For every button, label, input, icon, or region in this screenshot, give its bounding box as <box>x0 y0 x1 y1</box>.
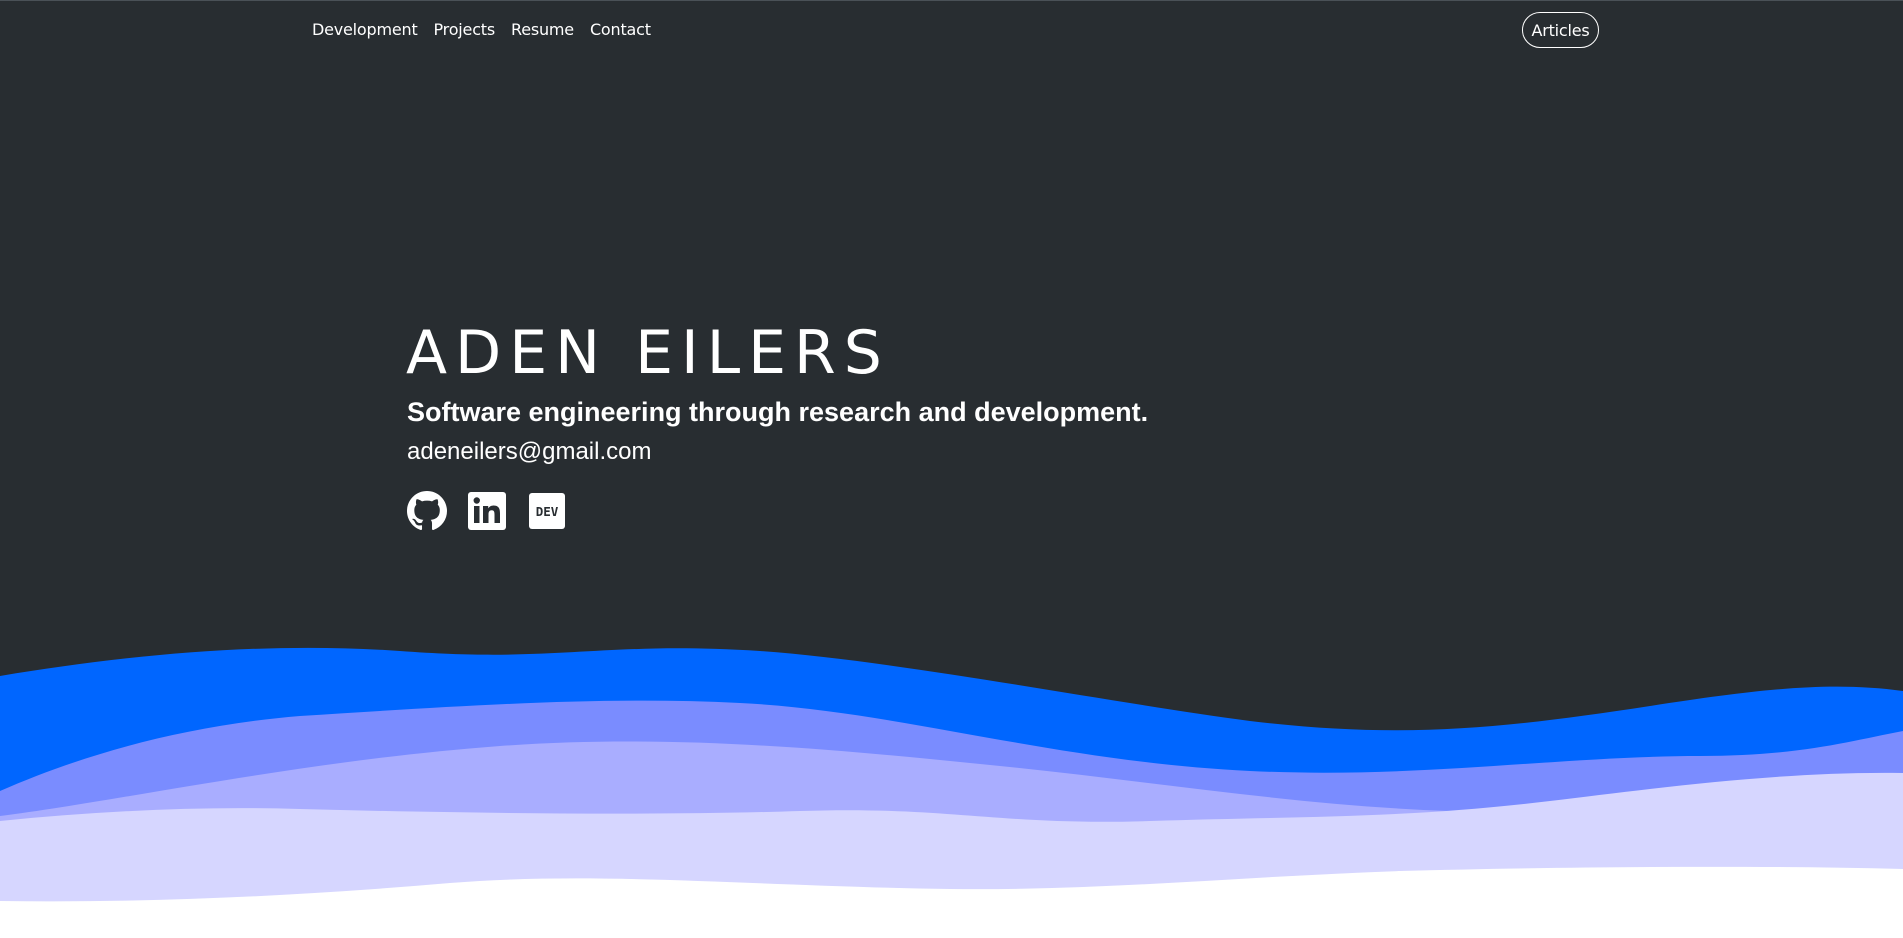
articles-button[interactable]: Articles <box>1522 12 1599 48</box>
nav-link-projects[interactable]: Projects <box>434 20 496 39</box>
page: Development Projects Resume Contact Arti… <box>0 0 1903 938</box>
main-nav: Development Projects Resume Contact <box>312 20 651 39</box>
nav-link-contact[interactable]: Contact <box>590 20 651 39</box>
github-icon <box>407 491 447 531</box>
dev-icon-text: DEV <box>536 504 559 519</box>
email-link[interactable]: adeneilers@gmail.com <box>407 438 651 466</box>
wave-decoration <box>0 647 1903 938</box>
hero-section: Development Projects Resume Contact Arti… <box>0 0 1903 938</box>
social-links: DEV <box>407 491 567 531</box>
github-link[interactable] <box>407 491 447 531</box>
hero-tagline: Software engineering through research an… <box>407 397 1149 427</box>
hero-name: ADEN EILERS <box>406 318 890 388</box>
linkedin-icon <box>468 492 506 530</box>
nav-link-resume[interactable]: Resume <box>511 20 574 39</box>
linkedin-link[interactable] <box>467 491 507 531</box>
dev-link[interactable]: DEV <box>527 491 567 531</box>
nav-link-development[interactable]: Development <box>312 20 418 39</box>
dev-icon: DEV <box>529 493 565 529</box>
